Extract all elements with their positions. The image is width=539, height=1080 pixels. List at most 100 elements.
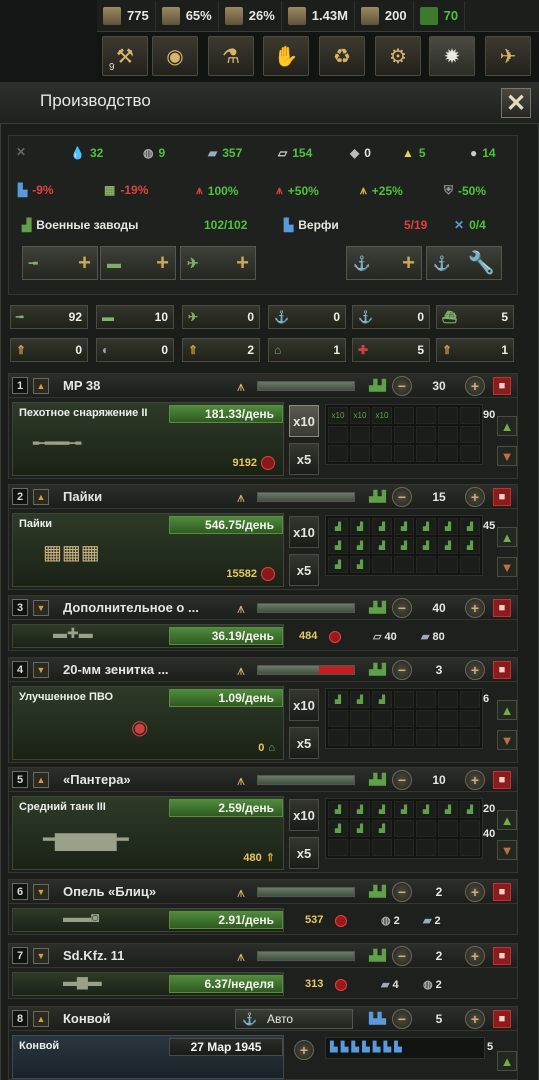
priority-up-icon[interactable]: ▲ bbox=[33, 1011, 49, 1027]
tank-count[interactable]: ▬ 10 bbox=[96, 305, 174, 329]
artillery-count[interactable]: ╼ 92 bbox=[10, 305, 88, 329]
naval-count-3[interactable]: ⛴ 5 bbox=[436, 305, 514, 329]
equipment-card[interactable]: ▬✚▬ 36.19/день bbox=[12, 624, 284, 648]
add-factory-button[interactable]: + bbox=[465, 1009, 485, 1029]
priority-up-icon[interactable]: ▲ bbox=[33, 772, 49, 788]
support-count-2[interactable]: ◐ 0 bbox=[96, 338, 174, 362]
priority-up-icon[interactable]: ▲ bbox=[33, 489, 49, 505]
production-line[interactable]: 2 ▲ Пайки ⩚ ▟▟ − 15 + ■ Пайки 546.75/ден… bbox=[8, 484, 518, 590]
trash-icon[interactable]: ■ bbox=[493, 883, 511, 901]
equipment-card[interactable]: Конвой 27 Мар 1945 bbox=[12, 1035, 284, 1079]
x5-button[interactable]: x5 bbox=[289, 554, 319, 586]
stability[interactable]: 65% bbox=[156, 0, 219, 31]
up-arrow-icon[interactable]: ▲ bbox=[497, 416, 517, 436]
add-factory-button[interactable]: + bbox=[465, 882, 485, 902]
trash-icon[interactable]: ■ bbox=[493, 1010, 511, 1028]
tab-intelligence[interactable]: ◉ bbox=[152, 36, 198, 76]
other-resource-stat[interactable]: ● 14 bbox=[470, 146, 496, 160]
manpower[interactable]: 1.43M bbox=[282, 0, 355, 31]
repair-ship-button[interactable]: ⚓ 🔧 bbox=[426, 246, 502, 280]
down-arrow-icon[interactable]: ▼ bbox=[497, 557, 517, 577]
x10-button[interactable]: x10 bbox=[289, 405, 319, 437]
x5-button[interactable]: x5 bbox=[289, 727, 319, 759]
equipment-card[interactable]: ▬▬◙ 2.91/день bbox=[12, 908, 284, 932]
x5-button[interactable]: x5 bbox=[289, 443, 319, 475]
tab-diplomacy[interactable]: ✋ bbox=[263, 36, 309, 76]
add-dockyard-button[interactable]: + bbox=[294, 1040, 314, 1060]
down-arrow-icon[interactable]: ▼ bbox=[497, 446, 517, 466]
tab-decisions[interactable]: ⚒ 9 bbox=[102, 36, 148, 76]
priority-down-icon[interactable]: ▼ bbox=[33, 662, 49, 678]
support-count-5[interactable]: ✚ 5 bbox=[352, 338, 430, 362]
close-button[interactable]: ✕ bbox=[501, 88, 531, 118]
priority-up-icon[interactable]: ▲ bbox=[33, 378, 49, 394]
up-arrow-icon[interactable]: ▲ bbox=[497, 810, 517, 830]
up-arrow-icon[interactable]: ▲ bbox=[497, 700, 517, 720]
up-arrow-icon[interactable]: ▲ bbox=[497, 1051, 517, 1071]
political-power[interactable]: 775 bbox=[97, 0, 156, 31]
remove-factory-button[interactable]: − bbox=[392, 660, 412, 680]
up-arrow-icon[interactable]: ▲ bbox=[497, 527, 517, 547]
oil-stat[interactable]: 💧 32 bbox=[70, 146, 103, 160]
x10-button[interactable]: x10 bbox=[289, 516, 319, 548]
remove-factory-button[interactable]: − bbox=[392, 1009, 412, 1029]
add-plane-button[interactable]: ✈ + bbox=[180, 246, 256, 280]
tungsten-stat[interactable]: ◆ 0 bbox=[350, 146, 371, 160]
add-factory-button[interactable]: + bbox=[465, 770, 485, 790]
x10-button[interactable]: x10 bbox=[289, 799, 319, 831]
equipment-card[interactable]: Средний танк III 2.59/день ━▆▆▆▆━ 480 ⇑ bbox=[12, 796, 284, 870]
support-count-6[interactable]: ⇑ 1 bbox=[436, 338, 514, 362]
production-line[interactable]: 8 ▲ Конвой ⚓ Авто ▙▙ − 5 + ■ Конвой 27 Ма… bbox=[8, 1006, 518, 1080]
production-line[interactable]: 5 ▲ «Пантера» ⩚ ▟▟ − 10 + ■ Средний танк… bbox=[8, 767, 518, 873]
x5-button[interactable]: x5 bbox=[289, 837, 319, 869]
tab-construction[interactable]: ⚙ bbox=[375, 36, 421, 76]
tab-logistics[interactable]: ✈ bbox=[485, 36, 531, 76]
remove-factory-button[interactable]: − bbox=[392, 946, 412, 966]
remove-factory-button[interactable]: − bbox=[392, 598, 412, 618]
add-factory-button[interactable]: + bbox=[465, 598, 485, 618]
tab-trade[interactable]: ♻ bbox=[319, 36, 365, 76]
production-line[interactable]: 3 ▼ Дополнительное о ... ⩚ ▟▟ − 40 + ■ ▬… bbox=[8, 595, 518, 651]
equipment-card[interactable]: Пайки 546.75/день ▦▦▦ 15582 bbox=[12, 513, 284, 587]
equipment-card[interactable]: Улучшенное ПВО 1.09/день ◉ 0 ⌂ bbox=[12, 686, 284, 760]
convoys[interactable]: 70 bbox=[414, 0, 466, 31]
remove-factory-button[interactable]: − bbox=[392, 376, 412, 396]
aluminium-stat[interactable]: ▱ 154 bbox=[278, 146, 312, 160]
remove-factory-button[interactable]: − bbox=[392, 487, 412, 507]
chromium-stat[interactable]: ▲ 5 bbox=[402, 146, 426, 160]
add-ship-button[interactable]: ⚓ + bbox=[346, 246, 422, 280]
production-line[interactable]: 4 ▼ 20-мм зенитка ... ⩚ ▟▟ − 3 + ■ Улучш… bbox=[8, 657, 518, 763]
production-line[interactable]: 7 ▼ Sd.Kfz. 11 ⩚ ▟▟ − 2 + ■ ▬▆▬ 6.37/нед… bbox=[8, 943, 518, 999]
auto-toggle[interactable]: ⚓ Авто bbox=[235, 1009, 353, 1029]
tab-production[interactable]: ✹ bbox=[429, 36, 475, 76]
rubber-stat[interactable]: ◍ 9 bbox=[143, 146, 165, 160]
naval-count-2[interactable]: ⚓ 0 bbox=[352, 305, 430, 329]
priority-down-icon[interactable]: ▼ bbox=[33, 600, 49, 616]
naval-count-1[interactable]: ⚓ 0 bbox=[268, 305, 346, 329]
add-factory-button[interactable]: + bbox=[465, 660, 485, 680]
support-count-4[interactable]: ⌂ 1 bbox=[268, 338, 346, 362]
war-support[interactable]: 26% bbox=[219, 0, 282, 31]
add-factory-button[interactable]: + bbox=[465, 946, 485, 966]
x10-button[interactable]: x10 bbox=[289, 689, 319, 721]
add-factory-button[interactable]: + bbox=[465, 487, 485, 507]
add-tank-button[interactable]: ▬ + bbox=[100, 246, 176, 280]
down-arrow-icon[interactable]: ▼ bbox=[497, 730, 517, 750]
support-count-1[interactable]: ⇑ 0 bbox=[10, 338, 88, 362]
support-count-3[interactable]: ⇑ 2 bbox=[182, 338, 260, 362]
production-line[interactable]: 6 ▼ Опель «Блиц» ⩚ ▟▟ − 2 + ■ ▬▬◙ 2.91/д… bbox=[8, 879, 518, 935]
trash-icon[interactable]: ■ bbox=[493, 599, 511, 617]
add-infantry-button[interactable]: ╼ + bbox=[22, 246, 98, 280]
plane-count[interactable]: ✈ 0 bbox=[182, 305, 260, 329]
remove-factory-button[interactable]: − bbox=[392, 882, 412, 902]
trash-icon[interactable]: ■ bbox=[493, 947, 511, 965]
trash-icon[interactable]: ■ bbox=[493, 377, 511, 395]
equipment-card[interactable]: ▬▆▬ 6.37/неделя bbox=[12, 972, 284, 996]
remove-factory-button[interactable]: − bbox=[392, 770, 412, 790]
equipment-card[interactable]: Пехотное снаряжение II 181.33/день ╾━━╼ … bbox=[12, 402, 284, 476]
priority-down-icon[interactable]: ▼ bbox=[33, 884, 49, 900]
add-factory-button[interactable]: + bbox=[465, 376, 485, 396]
down-arrow-icon[interactable]: ▼ bbox=[497, 840, 517, 860]
production-line[interactable]: 1 ▲ MP 38 ⩚ ▟▟ − 30 + ■ Пехотное снаряже… bbox=[8, 373, 518, 479]
tab-research[interactable]: ⚗ bbox=[208, 36, 254, 76]
